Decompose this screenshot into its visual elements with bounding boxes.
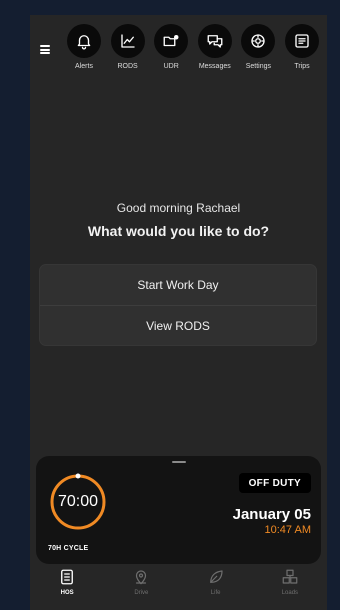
tab-hos-label: HOS <box>60 590 74 596</box>
nav-messages-label: Messages <box>198 63 231 70</box>
folder-alert-icon <box>154 24 189 58</box>
chat-icon <box>197 24 232 58</box>
greeting-text: Good morning Rachael <box>116 201 241 215</box>
tab-drive[interactable]: Drive <box>111 566 171 610</box>
tab-loads[interactable]: Loads <box>260 566 320 610</box>
view-rods-button[interactable]: View RODS <box>40 306 316 345</box>
sheet-drag-handle[interactable] <box>172 461 186 463</box>
nav-trips-label: Trips <box>294 63 310 70</box>
nav-rods-label: RODS <box>117 63 138 70</box>
app-screen: Alerts RODS UDR Messages Settings Trips … <box>30 15 327 610</box>
action-list: Start Work Day View RODS <box>39 264 317 346</box>
list-icon <box>284 24 319 58</box>
top-nav: Alerts RODS UDR Messages Settings Trips <box>63 24 323 86</box>
status-date: January 05 <box>232 506 311 523</box>
cycle-timer[interactable]: 70:00 <box>49 473 107 531</box>
leaf-icon <box>209 570 223 583</box>
cycle-label: 70H CYCLE <box>48 545 89 552</box>
nav-alerts[interactable]: Alerts <box>63 24 105 86</box>
duty-status-badge[interactable]: OFF DUTY <box>238 473 311 493</box>
nav-messages[interactable]: Messages <box>194 24 236 86</box>
nav-udr[interactable]: UDR <box>150 24 192 86</box>
tab-life[interactable]: Life <box>186 566 246 610</box>
nav-rods[interactable]: RODS <box>107 24 149 86</box>
nav-udr-label: UDR <box>163 63 179 70</box>
boxes-icon <box>282 569 298 584</box>
nav-alerts-label: Alerts <box>75 63 93 70</box>
tab-loads-label: Loads <box>281 590 299 596</box>
question-heading: What would you like to do? <box>87 223 270 239</box>
nav-settings[interactable]: Settings <box>237 24 279 86</box>
nav-settings-label: Settings <box>245 63 272 70</box>
nav-trips[interactable]: Trips <box>281 24 323 86</box>
document-icon <box>61 569 74 585</box>
status-time: 10:47 AM <box>264 524 311 536</box>
chart-icon <box>110 24 145 58</box>
tab-drive-label: Drive <box>134 590 149 596</box>
tab-life-label: Life <box>210 590 221 596</box>
menu-icon[interactable] <box>40 45 50 54</box>
timer-value: 70:00 <box>57 493 99 510</box>
bottom-tab-bar: HOS Drive Life Loads <box>30 566 327 610</box>
map-pin-icon <box>136 570 147 585</box>
start-work-day-button[interactable]: Start Work Day <box>40 265 316 305</box>
bell-icon <box>67 24 101 58</box>
gear-icon <box>241 24 276 58</box>
status-sheet: 70:00 70H CYCLE OFF DUTY January 05 10:4… <box>36 456 321 564</box>
tab-hos[interactable]: HOS <box>37 566 97 610</box>
